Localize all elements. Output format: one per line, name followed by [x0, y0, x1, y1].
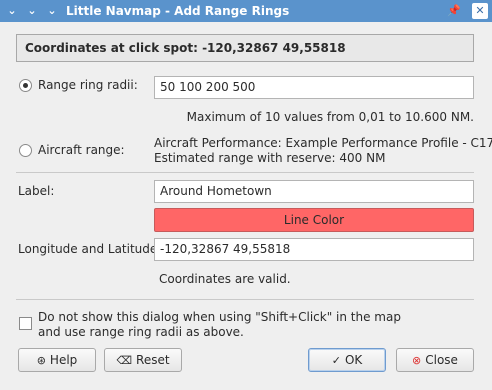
dont-show-label-line1: Do not show this dialog when using "Shif…: [38, 310, 401, 324]
range-ring-hint: Maximum of 10 values from 0,01 to 10.600…: [186, 110, 474, 124]
aircraft-range-label: Aircraft range:: [38, 143, 125, 157]
position-label: Longitude and Latitude:: [18, 242, 162, 256]
ok-button[interactable]: ✓ OK: [308, 348, 386, 372]
reset-button-label: Reset: [136, 353, 170, 367]
position-status: Coordinates are valid.: [159, 272, 291, 286]
estimated-range-text: Estimated range with reserve: 400 NM: [154, 151, 386, 165]
backspace-icon: ⌫: [116, 354, 133, 367]
window-title: Little Navmap - Add Range Rings: [66, 4, 290, 18]
close-button-label: Close: [425, 353, 458, 367]
checkmark-icon: ✓: [331, 354, 341, 367]
separator: [16, 299, 474, 300]
help-button[interactable]: ⊛ Help: [18, 348, 96, 372]
range-ring-label: Range ring radii:: [38, 78, 138, 92]
close-icon: ⊗: [412, 354, 422, 367]
line-color-button[interactable]: Line Color: [154, 208, 474, 232]
dont-show-checkbox[interactable]: [19, 317, 32, 330]
aircraft-performance-text: Aircraft Performance: Example Performanc…: [154, 136, 492, 150]
range-ring-input[interactable]: 50 100 200 500: [154, 76, 474, 99]
separator: [16, 172, 474, 173]
reset-button[interactable]: ⌫ Reset: [104, 348, 182, 372]
maximize-icon[interactable]: ⌄: [44, 3, 60, 19]
help-button-label: Help: [49, 353, 78, 367]
range-ring-radio[interactable]: [19, 79, 32, 92]
window-menu-icon[interactable]: ⌄: [4, 3, 20, 19]
coordinates-header: Coordinates at click spot: -120,32867 49…: [16, 34, 474, 62]
close-icon[interactable]: ✕: [472, 3, 488, 19]
close-button[interactable]: ⊗ Close: [396, 348, 474, 372]
pin-icon[interactable]: 📌: [446, 3, 462, 19]
label-input[interactable]: Around Hometown: [154, 180, 474, 203]
position-input[interactable]: -120,32867 49,55818: [154, 238, 474, 261]
add-range-rings-dialog: ⌄ ⌄ ⌄ Little Navmap - Add Range Rings 📌 …: [0, 0, 492, 390]
label-field-label: Label:: [18, 184, 55, 198]
title-bar: ⌄ ⌄ ⌄ Little Navmap - Add Range Rings 📌 …: [0, 0, 492, 22]
ok-button-label: OK: [344, 353, 363, 367]
dont-show-label-line2: and use range ring radii as above.: [38, 325, 244, 339]
aircraft-range-radio[interactable]: [19, 144, 32, 157]
minimize-icon[interactable]: ⌄: [24, 3, 40, 19]
help-icon: ⊛: [36, 354, 46, 367]
